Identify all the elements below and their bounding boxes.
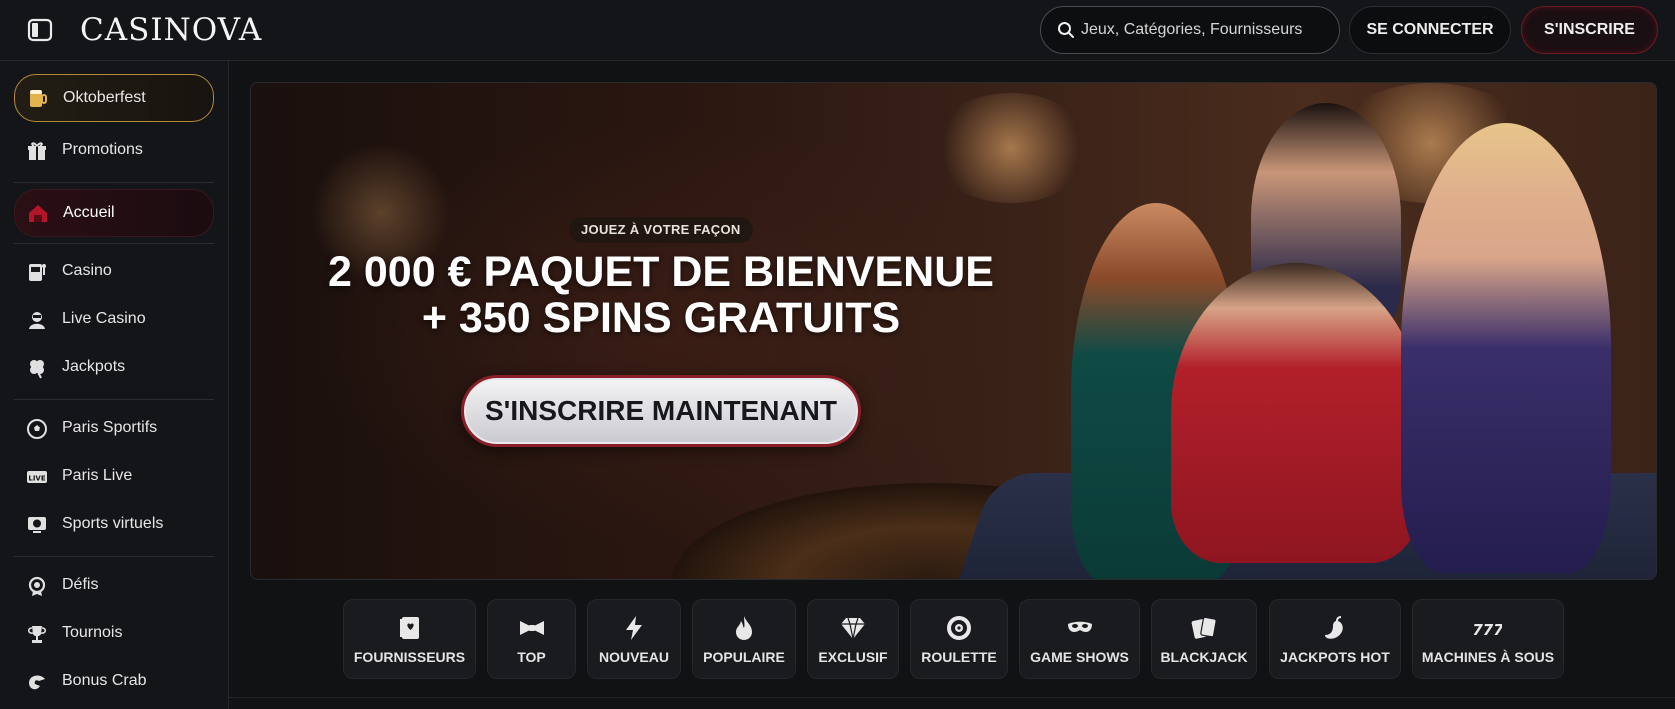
soccer-ball-icon — [27, 419, 47, 439]
hero-tag: JOUEZ À VOTRE FAÇON — [569, 217, 753, 243]
crab-claw-icon — [29, 675, 45, 690]
category-label: JACKPOTS HOT — [1280, 649, 1390, 665]
home-icon — [29, 205, 47, 222]
register-button[interactable]: S'INSCRIRE — [1521, 6, 1658, 54]
sidebar-item-label: Défis — [62, 576, 99, 593]
category-label: ROULETTE — [921, 649, 997, 665]
search-icon — [1058, 22, 1074, 38]
sidebar-item-label: Tournois — [62, 624, 123, 641]
category-jackpots-hot[interactable]: JACKPOTS HOT — [1269, 599, 1401, 679]
sidebar-item-accueil[interactable]: Accueil — [14, 189, 214, 237]
sidebar-item-jackpots[interactable]: Jackpots — [14, 346, 214, 390]
casinova-logo[interactable]: CASINOVA — [80, 12, 262, 48]
category-exclusif[interactable]: EXCLUSIF — [807, 599, 899, 679]
live-dealer-icon — [29, 312, 45, 329]
bow-tie-icon — [519, 621, 544, 635]
search-box[interactable] — [1040, 6, 1340, 54]
category-blackjack[interactable]: BLACKJACK — [1151, 599, 1257, 679]
mask-icon — [1067, 621, 1092, 632]
category-label: MACHINES À SOUS — [1421, 649, 1555, 665]
sidebar-item-oktoberfest[interactable]: Oktoberfest — [14, 74, 214, 122]
book-icon — [399, 617, 419, 639]
hero-title: 2 000 € PAQUET DE BIENVENUE + 350 SPINS … — [301, 249, 1021, 341]
medal-icon — [28, 576, 46, 596]
sidebar-item-label: Paris Sportifs — [62, 419, 158, 436]
category-label: GAME SHOWS — [1030, 649, 1129, 665]
man-red-jacket-art — [1171, 263, 1421, 563]
sidebar-divider — [14, 556, 214, 557]
category-label: EXCLUSIF — [818, 649, 888, 665]
sidebar-divider — [14, 399, 214, 400]
sidebar-item-paris-live[interactable]: LIVE Paris Live — [14, 455, 214, 499]
sidebar-item-label: Bonus Crab — [62, 672, 147, 689]
sidebar-item-label: Casino — [62, 262, 112, 279]
sidebar-item-label: Live Casino — [62, 310, 146, 327]
sidebar-item-bonus-crab[interactable]: Bonus Crab — [14, 660, 214, 704]
sidebar-divider — [14, 182, 214, 183]
login-button[interactable]: SE CONNECTER — [1349, 6, 1511, 54]
sidebar-item-label: Jackpots — [62, 358, 126, 375]
virtual-sports-icon — [28, 517, 46, 533]
gift-icon — [28, 142, 46, 160]
category-label: TOP — [517, 649, 546, 665]
slot-machine-icon — [29, 264, 46, 281]
seven-seven-seven-icon: 777 — [1474, 621, 1502, 639]
category-fournisseurs[interactable]: FOURNISSEURS — [343, 599, 476, 679]
flame-icon — [736, 616, 752, 640]
sidebar-divider — [14, 243, 214, 244]
lightning-icon — [626, 616, 642, 640]
woman-blonde-art — [1401, 123, 1611, 573]
sidebar-item-promotions[interactable]: Promotions — [14, 129, 214, 173]
category-label: NOUVEAU — [598, 649, 669, 665]
hero-banner[interactable]: JOUEZ À VOTRE FAÇON 2 000 € PAQUET DE BI… — [250, 82, 1657, 580]
svg-text:777: 777 — [1474, 621, 1502, 639]
hot-pepper-icon — [1325, 616, 1343, 639]
category-top[interactable]: TOP — [487, 599, 576, 679]
beer-mug-icon — [30, 90, 47, 107]
category-nouveau[interactable]: NOUVEAU — [587, 599, 681, 679]
search-input[interactable] — [1081, 7, 1331, 53]
sidebar-toggle-icon[interactable] — [26, 16, 54, 44]
sidebar-item-live-casino[interactable]: Live Casino — [14, 298, 214, 342]
ceiling-lamp — [931, 93, 1091, 203]
sidebar-item-label: Oktoberfest — [63, 89, 146, 106]
sidebar-item-tournois[interactable]: Tournois — [14, 612, 214, 656]
category-label: BLACKJACK — [1160, 649, 1248, 665]
sidebar-item-label: Accueil — [63, 204, 115, 221]
content-divider — [229, 697, 1675, 698]
svg-text:LIVE: LIVE — [28, 475, 45, 483]
sidebar-item-sports-virtuels[interactable]: Sports virtuels — [14, 503, 214, 547]
sidebar-item-casino[interactable]: Casino — [14, 250, 214, 294]
sidebar-item-defis[interactable]: Défis — [14, 564, 214, 608]
sidebar-item-label: Paris Live — [62, 467, 133, 484]
hero-signup-button[interactable]: S'INSCRIRE MAINTENANT — [461, 375, 861, 447]
category-populaire[interactable]: POPULAIRE — [692, 599, 796, 679]
category-game-shows[interactable]: GAME SHOWS — [1019, 599, 1140, 679]
hero-title-line1: 2 000 € PAQUET DE BIENVENUE — [328, 248, 994, 296]
category-roulette[interactable]: ROULETTE — [910, 599, 1008, 679]
category-label: POPULAIRE — [703, 649, 785, 665]
sidebar-item-paris-sportifs[interactable]: Paris Sportifs — [14, 407, 214, 451]
sidebar: Oktoberfest Promotions Accueil Casino Li… — [0, 61, 229, 709]
cards-icon — [1191, 616, 1217, 639]
sidebar-item-label: Promotions — [62, 141, 143, 158]
live-badge-icon: LIVE — [27, 471, 47, 483]
diamond-icon — [841, 617, 865, 640]
roulette-icon — [947, 616, 971, 640]
top-header: CASINOVA SE CONNECTER S'INSCRIRE — [0, 0, 1675, 61]
clover-icon — [30, 360, 44, 379]
sidebar-item-label: Sports virtuels — [62, 515, 164, 532]
trophy-icon — [27, 626, 47, 643]
category-machines-a-sous[interactable]: 777 MACHINES À SOUS — [1412, 599, 1564, 679]
hero-title-line2: + 350 SPINS GRATUITS — [421, 294, 901, 342]
category-label: FOURNISSEURS — [353, 649, 466, 665]
